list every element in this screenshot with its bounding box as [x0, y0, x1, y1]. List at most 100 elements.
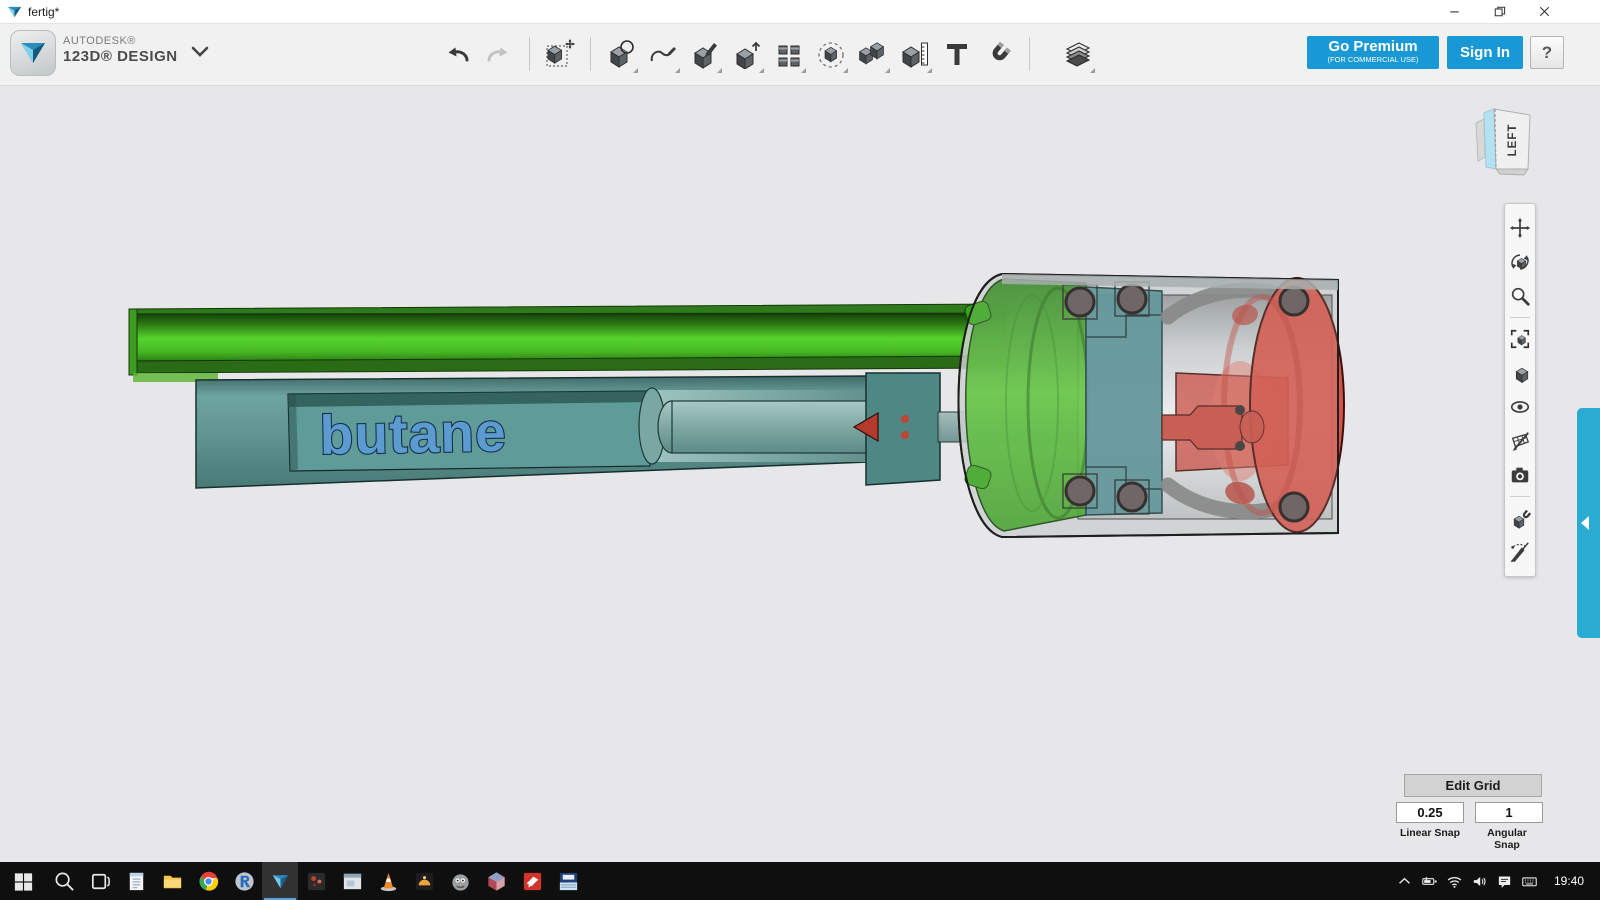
- app-menu-chevron-icon[interactable]: [190, 44, 210, 65]
- green-tube-part[interactable]: [129, 304, 1010, 382]
- app-brand-logo[interactable]: [10, 30, 56, 76]
- primitives-icon[interactable]: [600, 33, 642, 75]
- system-tray: 19:40: [1392, 862, 1600, 900]
- visibility-icon[interactable]: [1507, 394, 1533, 420]
- taskbar-clock[interactable]: 19:40: [1542, 874, 1596, 888]
- dropdown-caret-icon[interactable]: [675, 68, 680, 73]
- paint-icon[interactable]: [298, 862, 334, 900]
- material-icon[interactable]: [1057, 33, 1099, 75]
- shaded-icon[interactable]: [1507, 360, 1533, 386]
- butane-body-part[interactable]: butane: [196, 373, 940, 488]
- go-premium-label: Go Premium: [1307, 38, 1439, 55]
- combine-icon[interactable]: [852, 33, 894, 75]
- linear-snap-input[interactable]: [1396, 802, 1464, 823]
- toolbar-separator: [590, 37, 591, 71]
- help-button[interactable]: ?: [1530, 36, 1564, 69]
- rstudio-icon[interactable]: [226, 862, 262, 900]
- toolbar-separator: [1510, 496, 1530, 497]
- app-logo-icon: [7, 5, 22, 19]
- dropdown-caret-icon[interactable]: [717, 68, 722, 73]
- taskbar-apps: [0, 862, 586, 900]
- redo-icon[interactable]: [478, 33, 520, 75]
- dropdown-caret-icon[interactable]: [927, 68, 932, 73]
- dome-icon[interactable]: [406, 862, 442, 900]
- transform-icon[interactable]: [539, 33, 581, 75]
- measure-icon[interactable]: [894, 33, 936, 75]
- dropdown-caret-icon[interactable]: [759, 68, 764, 73]
- angular-snap-label: Angular Snap: [1473, 827, 1541, 851]
- search-icon[interactable]: [46, 862, 82, 900]
- dropdown-caret-icon[interactable]: [801, 68, 806, 73]
- brand-line2: 123D® DESIGN: [63, 48, 178, 65]
- angular-snap-input[interactable]: [1475, 802, 1543, 823]
- chat-icon[interactable]: [1492, 862, 1517, 900]
- construct-icon[interactable]: [684, 33, 726, 75]
- model-3d-view[interactable]: butane: [0, 85, 1600, 860]
- brand-line1: AUTODESK®: [63, 35, 178, 48]
- text-icon[interactable]: [936, 33, 978, 75]
- pan-icon[interactable]: [1507, 215, 1533, 241]
- edit-grid-panel: Edit Grid Linear Snap Angular Snap: [1396, 774, 1542, 851]
- undo-icon[interactable]: [436, 33, 478, 75]
- chevron-icon[interactable]: [1392, 862, 1417, 900]
- hexagon-icon[interactable]: [478, 862, 514, 900]
- close-button[interactable]: [1522, 0, 1567, 22]
- pattern-icon[interactable]: [768, 33, 810, 75]
- dropdown-caret-icon[interactable]: [885, 68, 890, 73]
- snap-icon[interactable]: [978, 33, 1020, 75]
- butane-label: butane: [319, 401, 506, 466]
- flyout-arrow-icon: [1581, 516, 1589, 530]
- modify-icon[interactable]: [726, 33, 768, 75]
- fit-icon[interactable]: [1507, 326, 1533, 352]
- toolbar-separator: [1029, 37, 1030, 71]
- viewcube-face-label: LEFT: [1507, 124, 1519, 157]
- explorer-icon[interactable]: [154, 862, 190, 900]
- windows-taskbar: 19:40: [0, 862, 1600, 900]
- toolbar-separator: [529, 37, 530, 71]
- shell-glass-part[interactable]: [958, 274, 1338, 537]
- dropdown-caret-icon[interactable]: [843, 68, 848, 73]
- app123d-icon[interactable]: [262, 862, 298, 900]
- go-premium-button[interactable]: Go Premium (FOR COMMERCIAL USE): [1307, 36, 1439, 69]
- volume-icon[interactable]: [1467, 862, 1492, 900]
- taskview-icon[interactable]: [82, 862, 118, 900]
- restore-button[interactable]: [1477, 0, 1522, 22]
- battery-icon[interactable]: [1417, 862, 1442, 900]
- screenshot-icon[interactable]: [1507, 462, 1533, 488]
- edit-grid-button[interactable]: Edit Grid: [1404, 774, 1542, 797]
- app-header: AUTODESK® 123D® DESIGN Go Premium (FOR C…: [0, 23, 1600, 86]
- brand-triangle-icon: [19, 40, 47, 66]
- group-icon[interactable]: [810, 33, 852, 75]
- zoom-icon[interactable]: [1507, 283, 1533, 309]
- brand-text: AUTODESK® 123D® DESIGN: [63, 35, 178, 65]
- vlc-icon[interactable]: [370, 862, 406, 900]
- wifi-icon[interactable]: [1442, 862, 1467, 900]
- keyboard-icon[interactable]: [1517, 862, 1542, 900]
- start-icon[interactable]: [0, 862, 46, 900]
- minimize-button[interactable]: [1432, 0, 1477, 22]
- orbit-icon[interactable]: [1507, 249, 1533, 275]
- material-toggle-icon[interactable]: [1507, 505, 1533, 531]
- dropdown-caret-icon[interactable]: [633, 68, 638, 73]
- tray-icons: [1392, 862, 1542, 900]
- delftship-icon[interactable]: [550, 862, 586, 900]
- notepad-icon[interactable]: [118, 862, 154, 900]
- sign-in-button[interactable]: Sign In: [1447, 36, 1523, 69]
- chrome-icon[interactable]: [190, 862, 226, 900]
- model-viewport[interactable]: butane: [0, 85, 1600, 860]
- sketchup-icon[interactable]: [514, 862, 550, 900]
- gimp-icon[interactable]: [442, 862, 478, 900]
- linear-snap-label: Linear Snap: [1396, 827, 1464, 851]
- cadapp-icon[interactable]: [334, 862, 370, 900]
- window-title: fertig*: [28, 5, 59, 19]
- navigation-toolbar: [1504, 203, 1536, 577]
- hide-grid-icon[interactable]: [1507, 428, 1533, 454]
- toolbar-separator: [1510, 317, 1530, 318]
- view-cube[interactable]: LEFT: [1468, 95, 1560, 187]
- parts-flyout-tab[interactable]: [1577, 408, 1600, 638]
- go-premium-sub: (FOR COMMERCIAL USE): [1307, 55, 1439, 64]
- hide-sketch-icon[interactable]: [1507, 539, 1533, 565]
- main-toolbar: [436, 31, 1099, 77]
- dropdown-caret-icon[interactable]: [1090, 68, 1095, 73]
- sketch-icon[interactable]: [642, 33, 684, 75]
